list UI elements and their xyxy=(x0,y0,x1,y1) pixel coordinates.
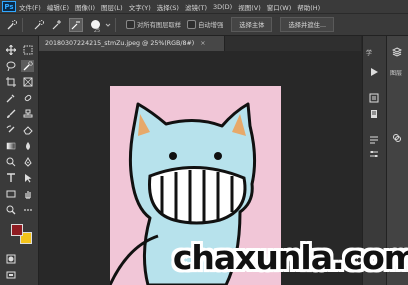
zoom-tool-icon[interactable] xyxy=(4,204,17,216)
properties-panel-icon[interactable] xyxy=(368,108,380,120)
menu-image[interactable]: 图像(I) xyxy=(75,2,95,12)
close-tab-icon[interactable]: × xyxy=(200,40,205,47)
menu-window[interactable]: 窗口(W) xyxy=(267,2,292,12)
panel-label-layers[interactable]: 图层 xyxy=(390,68,402,77)
document-tab-bar: 20180307224215_stmZu.jpeg @ 25%(RGB/8#) … xyxy=(39,36,361,51)
history-brush-icon[interactable] xyxy=(4,124,17,136)
foreground-color-swatch[interactable] xyxy=(11,224,23,236)
hand-tool-icon[interactable] xyxy=(21,188,34,200)
history-panel-icon[interactable] xyxy=(368,92,380,104)
move-tool-icon[interactable] xyxy=(4,44,17,56)
new-selection-icon[interactable] xyxy=(33,19,45,31)
document-tab[interactable]: 20180307224215_stmZu.jpeg @ 25%(RGB/8#) … xyxy=(39,36,225,51)
type-tool-icon[interactable] xyxy=(4,172,17,184)
menu-layer[interactable]: 图层(L) xyxy=(101,2,123,12)
clone-stamp-tool-icon[interactable] xyxy=(21,108,34,120)
gradient-tool-icon[interactable] xyxy=(4,140,17,152)
screen-mode-icon[interactable] xyxy=(4,269,17,281)
eyedropper-tool-icon[interactable] xyxy=(4,92,17,104)
select-and-mask-button[interactable]: 选择并遮住... xyxy=(280,17,334,32)
lasso-tool-icon[interactable] xyxy=(4,60,17,72)
subtract-from-selection-icon[interactable] xyxy=(69,17,83,32)
brush-size-value: 25 xyxy=(93,28,101,34)
more-tools-icon[interactable] xyxy=(21,204,34,216)
separator xyxy=(115,17,116,32)
paragraph-panel-icon[interactable] xyxy=(368,134,380,146)
frame-tool-icon[interactable] xyxy=(21,76,34,88)
menu-bar: Ps 文件(F) 编辑(E) 图像(I) 图层(L) 文字(Y) 选择(S) 滤… xyxy=(0,0,408,14)
quick-selection-tool-icon[interactable] xyxy=(21,60,34,72)
spot-healing-brush-icon[interactable] xyxy=(21,92,34,104)
select-subject-button[interactable]: 选择主体 xyxy=(231,17,273,32)
menu-edit[interactable]: 编辑(E) xyxy=(47,2,69,12)
channels-panel-icon[interactable] xyxy=(391,132,403,144)
marquee-tool-icon[interactable] xyxy=(21,44,34,56)
adjustments-panel-icon[interactable] xyxy=(368,148,380,160)
dodge-tool-icon[interactable] xyxy=(4,156,17,168)
layers-panel-icon[interactable] xyxy=(391,46,403,58)
menu-select[interactable]: 选择(S) xyxy=(157,2,179,12)
menu-3d[interactable]: 3D(D) xyxy=(213,3,232,11)
pen-tool-icon[interactable] xyxy=(21,156,34,168)
sample-all-layers-checkbox[interactable] xyxy=(126,20,135,29)
quick-selection-tool-preset-icon[interactable] xyxy=(6,19,18,31)
menu-view[interactable]: 视图(V) xyxy=(238,2,261,12)
brush-tool-icon[interactable] xyxy=(4,108,17,120)
photoshop-logo: Ps xyxy=(2,1,16,12)
auto-enhance-checkbox[interactable] xyxy=(187,20,197,29)
add-to-selection-icon[interactable] xyxy=(51,19,63,31)
rectangle-tool-icon[interactable] xyxy=(4,188,17,200)
play-icon[interactable] xyxy=(368,66,380,78)
blur-tool-icon[interactable] xyxy=(21,140,34,152)
brush-settings-dropdown-icon[interactable] xyxy=(105,19,111,31)
menu-type[interactable]: 文字(Y) xyxy=(129,2,151,12)
auto-enhance-label: 自动增强 xyxy=(198,22,224,29)
panel-label-learn[interactable]: 学 xyxy=(366,48,372,57)
path-selection-tool-icon[interactable] xyxy=(21,172,34,184)
quick-mask-icon[interactable] xyxy=(4,253,17,265)
menu-filter[interactable]: 滤镜(T) xyxy=(185,2,207,12)
watermark: chaxunla.com xyxy=(173,234,408,280)
crop-tool-icon[interactable] xyxy=(4,76,17,88)
document-tab-title: 20180307224215_stmZu.jpeg @ 25%(RGB/8#) xyxy=(45,40,195,47)
menu-help[interactable]: 帮助(H) xyxy=(297,2,320,12)
tools-panel xyxy=(0,36,39,285)
separator xyxy=(22,17,23,32)
options-bar: 25 对所有图层取样 自动增强 选择主体 选择并遮住... xyxy=(0,14,408,36)
menu-file[interactable]: 文件(F) xyxy=(19,2,41,12)
sample-all-layers-label: 对所有图层取样 xyxy=(137,22,182,29)
eraser-tool-icon[interactable] xyxy=(21,124,34,136)
watermark-text: chaxunla.com xyxy=(172,237,408,277)
